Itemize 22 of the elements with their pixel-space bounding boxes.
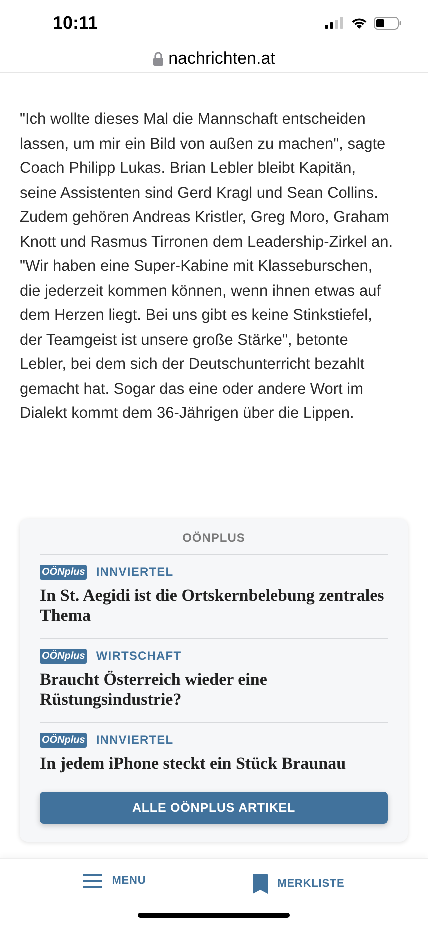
lock-icon — [152, 52, 164, 66]
category-label[interactable]: INNVIERTEL — [96, 733, 174, 747]
menu-icon — [83, 874, 102, 888]
wifi-icon — [351, 17, 368, 29]
bookmark-button[interactable]: MERKLISTE — [252, 874, 345, 894]
article-headline[interactable]: In jedem iPhone steckt ein Stück Braunau — [40, 754, 388, 774]
plus-badge: OÖNplus — [40, 564, 88, 580]
teaser-title: OÖNPLUS — [40, 530, 388, 554]
article-paragraph: "Ich wollte dieses Mal die Mannschaft entscheiden lassen, um mir ein Bild von außen zu machen", sagte Coach Philipp Lukas. Brian Lebler bleibt Kapitän, seine Assistenten sind Gerd Kragl und Sean Collins. Zudem gehören Andreas Kristler, Greg Moro, Graham Knott und Rasmus Tirronen dem Leadership-Zirkel an. "Wir haben eine Super-Kabine mit Klasseburschen, die jederzeit kommen können, wenn ihnen etwas auf dem Herzen liegt. Bei uns gibt es keine Stinkstiefel, der Teamgeist ist unsere große Stärke", betonte Lebler, bei dem sich der Deutschunterricht bezahlt gemacht hat. Sogar das eine oder andere Wort im Dialekt kommt dem 36-Jährigen über die Lippen. — [20, 110, 394, 424]
plus-badge: OÖNplus — [40, 648, 88, 664]
plus-badge: OÖNplus — [40, 732, 88, 748]
signal-icon — [325, 17, 345, 29]
bookmark-icon — [252, 874, 268, 894]
article-headline[interactable]: In St. Aegidi ist die Ortskernbelebung zentrales Thema — [40, 586, 388, 626]
menu-button[interactable]: MENU — [83, 874, 146, 888]
article-headline[interactable]: Braucht Österreich wieder eine Rüstungsindustrie? — [40, 670, 388, 710]
url-text[interactable]: nachrichten.at — [168, 49, 276, 69]
all-articles-button[interactable]: ALLE OÖNPLUS ARTIKEL — [40, 792, 388, 824]
status-time: 10:11 — [53, 12, 98, 34]
category-label[interactable]: WIRTSCHAFT — [96, 649, 182, 663]
battery-icon — [374, 16, 402, 30]
category-label[interactable]: INNVIERTEL — [96, 565, 174, 579]
